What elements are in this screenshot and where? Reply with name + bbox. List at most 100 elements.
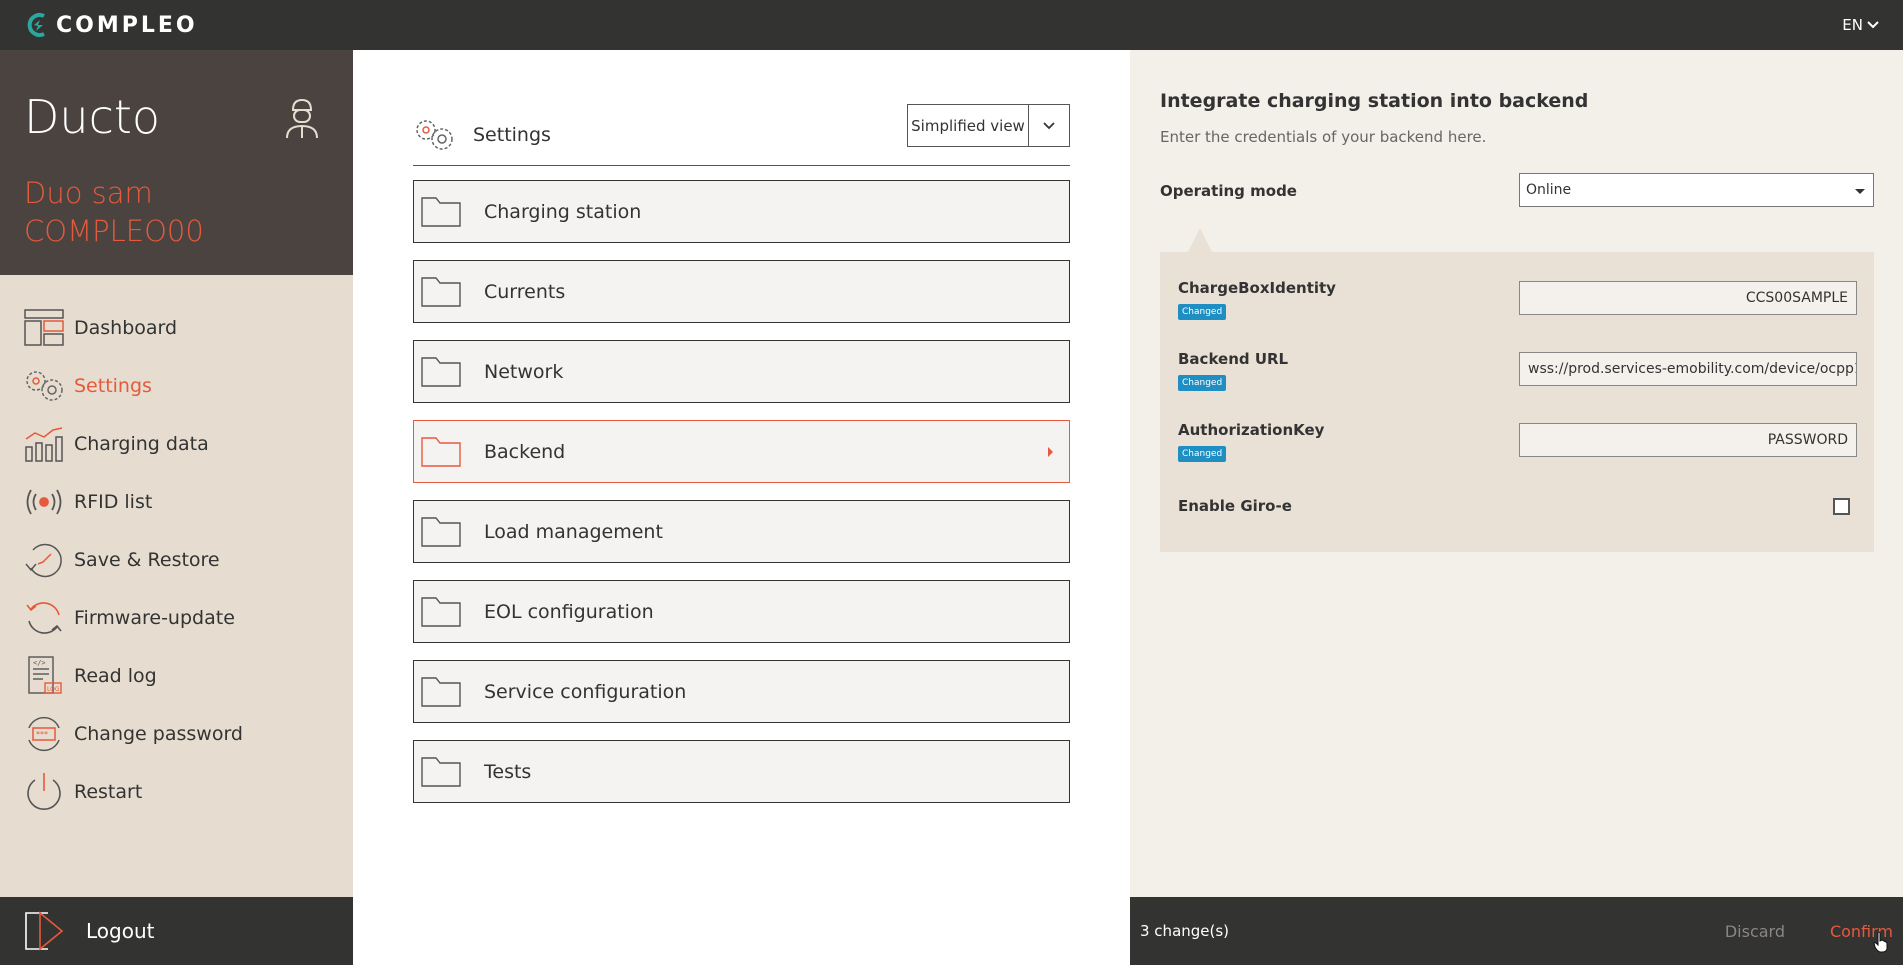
rfid-icon — [22, 480, 66, 524]
folder-icon — [420, 756, 464, 788]
caret-down-icon — [1855, 189, 1865, 194]
sidebar-item-rfid-list[interactable]: RFID list — [0, 473, 353, 531]
folder-label: EOL configuration — [484, 600, 654, 623]
changed-badge: Changed — [1178, 375, 1227, 391]
logout-label: Logout — [86, 919, 155, 943]
logout-icon — [22, 909, 66, 953]
caret-right-icon — [1048, 447, 1053, 457]
operating-mode-value: Online — [1526, 182, 1572, 198]
changes-count: 3 change(s) — [1140, 922, 1230, 940]
folder-icon — [420, 196, 464, 228]
folder-tests[interactable]: Tests — [413, 740, 1070, 803]
folder-label: Service configuration — [484, 680, 687, 703]
param-label: ChargeBoxIdentity — [1178, 279, 1336, 297]
folder-load-management[interactable]: Load management — [413, 500, 1070, 563]
operating-mode-label: Operating mode — [1160, 182, 1297, 200]
param-label: AuthorizationKey — [1178, 421, 1325, 439]
folder-icon — [420, 436, 464, 468]
save-restore-icon — [22, 538, 66, 582]
folder-icon — [420, 676, 464, 708]
sidebar-item-label: Settings — [74, 375, 152, 397]
sidebar-item-label: Save & Restore — [74, 549, 220, 571]
backend-url-input[interactable]: wss://prod.services-emobility.com/device… — [1519, 352, 1857, 386]
backend-title: Integrate charging station into backend — [1160, 90, 1589, 112]
backend-subtitle: Enter the credentials of your backend he… — [1160, 128, 1487, 146]
sidebar-item-label: Read log — [74, 665, 157, 687]
folder-service-configuration[interactable]: Service configuration — [413, 660, 1070, 723]
sidebar-item-save-restore[interactable]: Save & Restore — [0, 531, 353, 589]
sidebar-item-settings[interactable]: Settings — [0, 357, 353, 415]
restart-power-icon — [22, 770, 66, 814]
param-backend-url: Backend URL Changed — [1178, 350, 1288, 391]
changed-badge: Changed — [1178, 446, 1227, 462]
settings-header: Settings Simplified view — [413, 104, 1070, 166]
logo-text: COMPLEO — [56, 12, 198, 38]
folder-currents[interactable]: Currents — [413, 260, 1070, 323]
folder-charging-station[interactable]: Charging station — [413, 180, 1070, 243]
change-password-icon: *** — [22, 712, 66, 756]
device-name: Ducto — [24, 90, 161, 144]
sidebar-item-read-log[interactable]: </> LOG Read log — [0, 647, 353, 705]
params-pointer — [1188, 228, 1212, 252]
sidebar-item-label: Dashboard — [74, 317, 178, 339]
view-mode-value: Simplified view — [908, 105, 1029, 146]
authorizationkey-input[interactable]: PASSWORD — [1519, 423, 1857, 457]
sidebar-item-label: Restart — [74, 781, 143, 803]
sidebar-item-label: Change password — [74, 723, 243, 745]
folder-icon — [420, 516, 464, 548]
sidebar-nav: Dashboard Settings Charging data RFID li… — [0, 275, 353, 821]
read-log-icon: </> LOG — [22, 654, 66, 698]
top-bar: COMPLEO EN — [0, 0, 1903, 50]
settings-panel: Settings Simplified view Charging statio… — [353, 50, 1130, 965]
operating-mode-select[interactable]: Online — [1519, 173, 1874, 207]
page-title: Settings — [473, 123, 551, 146]
station-name: Duo sam COMPLEO00 — [24, 174, 329, 250]
folder-label: Network — [484, 360, 564, 383]
enable-giro-e-checkbox[interactable] — [1833, 498, 1850, 515]
svg-text:***: *** — [36, 730, 48, 739]
dashboard-icon — [22, 306, 66, 350]
svg-text:LOG: LOG — [47, 686, 60, 693]
compleo-logo[interactable]: COMPLEO — [24, 12, 198, 38]
param-chargeboxidentity: ChargeBoxIdentity Changed — [1178, 279, 1336, 320]
sidebar-item-dashboard[interactable]: Dashboard — [0, 299, 353, 357]
sidebar: Ducto Duo sam COMPLEO00 Dashboard Settin… — [0, 50, 353, 965]
charging-data-chart-icon — [22, 422, 66, 466]
changes-action-bar: 3 change(s) Discard Confirm — [1130, 897, 1903, 965]
sidebar-item-charging-data[interactable]: Charging data — [0, 415, 353, 473]
language-selector[interactable]: EN — [1842, 16, 1879, 34]
folder-eol-configuration[interactable]: EOL configuration — [413, 580, 1070, 643]
settings-gears-icon — [416, 119, 453, 150]
changed-badge: Changed — [1178, 304, 1227, 320]
param-label: Enable Giro-e — [1178, 497, 1292, 515]
hand-cursor-icon — [1873, 931, 1888, 953]
sidebar-item-firmware-update[interactable]: Firmware-update — [0, 589, 353, 647]
svg-text:</>: </> — [33, 659, 46, 667]
language-label: EN — [1842, 16, 1863, 34]
view-mode-select[interactable]: Simplified view — [907, 104, 1070, 147]
station-name-line1: Duo sam — [24, 176, 153, 210]
backend-detail-panel: Integrate charging station into backend … — [1130, 50, 1903, 897]
folder-label: Currents — [484, 280, 566, 303]
folder-network[interactable]: Network — [413, 340, 1070, 403]
settings-folder-list: Charging station Currents Network Backen… — [413, 180, 1070, 820]
sidebar-item-restart[interactable]: Restart — [0, 763, 353, 821]
chargeboxidentity-input[interactable]: CCS00SAMPLE — [1519, 281, 1857, 315]
logout-button[interactable]: Logout — [0, 897, 353, 965]
folder-backend[interactable]: Backend — [413, 420, 1070, 483]
folder-icon — [420, 596, 464, 628]
folder-label: Tests — [484, 760, 532, 783]
sidebar-item-label: RFID list — [74, 491, 153, 513]
view-mode-toggle[interactable] — [1029, 105, 1069, 146]
param-authorizationkey: AuthorizationKey Changed — [1178, 421, 1324, 462]
sidebar-item-change-password[interactable]: *** Change password — [0, 705, 353, 763]
folder-icon — [420, 356, 464, 388]
station-name-line2: COMPLEO00 — [24, 214, 204, 248]
param-enable-giro-e: Enable Giro-e — [1178, 497, 1292, 515]
technician-user-icon[interactable] — [285, 96, 319, 144]
discard-button[interactable]: Discard — [1725, 922, 1785, 941]
sidebar-item-label: Firmware-update — [74, 607, 235, 629]
sidebar-header: Ducto Duo sam COMPLEO00 — [0, 50, 353, 275]
param-label: Backend URL — [1178, 350, 1289, 368]
folder-label: Backend — [484, 440, 566, 463]
